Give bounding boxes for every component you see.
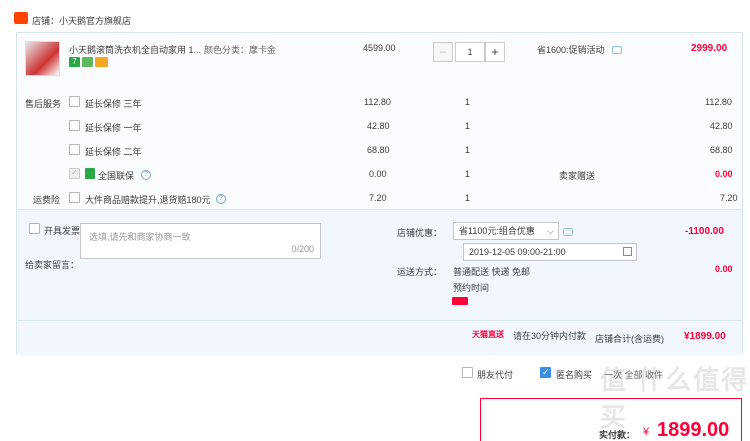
service-price-national: 0.00: [369, 169, 387, 179]
chevron-down-icon: ⌵: [547, 226, 554, 236]
tmall-note: 请在30分钟内付款: [513, 331, 587, 341]
service-checkbox-2yr[interactable]: [69, 144, 80, 155]
services-label: 售后服务: [25, 99, 62, 109]
message-label: 给卖家留言：: [25, 260, 80, 270]
service-note-national: 卖家赠送: [559, 171, 596, 181]
help-icon[interactable]: ?: [141, 170, 151, 180]
appointment-time-input[interactable]: 2019-12-05 09:00-21:00: [463, 243, 637, 261]
shipping-amount: 0.00: [715, 264, 733, 274]
item-subtotal: 2999.00: [691, 43, 728, 54]
message-counter: 0/200: [291, 244, 314, 254]
shop-name[interactable]: 店铺：小天鹅官方旗舰店: [32, 14, 131, 27]
insurance-help-icon[interactable]: ?: [216, 194, 226, 204]
invoice-checkbox[interactable]: [29, 223, 40, 234]
service-qty-1yr: 1: [465, 121, 471, 131]
shop-total-amount: ¥1899.00: [684, 331, 726, 342]
tmall-logo-icon: [452, 297, 468, 305]
product-title[interactable]: 小天鹅滚筒洗衣机全自动家用 1...: [69, 43, 201, 56]
promo-text: 省1600:促销活动: [537, 45, 605, 55]
insurance-checkbox[interactable]: [69, 192, 80, 203]
insurance-total: 7.20: [720, 193, 738, 203]
appointment-label: 预约时间: [453, 283, 490, 293]
service-price-2yr: 68.80: [367, 145, 390, 155]
service-checkbox-national: [69, 168, 80, 179]
service-price-1yr: 42.80: [367, 121, 390, 131]
service-qty-2yr: 1: [465, 145, 471, 155]
service-name-3yr: 延长保修 三年: [85, 99, 142, 109]
credit-card-icon: [95, 57, 108, 67]
national-warranty-icon: [85, 168, 95, 179]
shop-discount-select[interactable]: 省1100元:组合优惠 ⌵: [453, 222, 559, 240]
decrease-button[interactable]: −: [433, 42, 453, 62]
insurance-label: 运费险: [33, 195, 61, 205]
shop-logo-icon: [14, 12, 28, 24]
calendar-icon[interactable]: [623, 247, 632, 256]
service-name-1yr: 延长保修 一年: [85, 123, 142, 133]
seven-day-return-icon: 7: [69, 57, 80, 67]
appointment-value: 2019-12-05 09:00-21:00: [469, 247, 566, 257]
anonymous-label: 匿名购买: [556, 370, 593, 380]
discount-info-icon[interactable]: [563, 228, 573, 236]
shop-discount-selected: 省1100元:组合优惠: [459, 226, 535, 236]
service-checkbox-3yr[interactable]: [69, 96, 80, 107]
watermark: 值 什么值得买: [600, 365, 750, 432]
service-name-national: 全国联保: [98, 171, 135, 181]
service-total-3yr: 112.80: [705, 97, 732, 107]
divider: [17, 320, 742, 321]
insurance-name: 大件商品赔款提升,退货赔180元: [85, 195, 211, 205]
insurance-price: 7.20: [369, 193, 387, 203]
message-textarea[interactable]: 选填,请先和商家协商一致 0/200: [80, 223, 321, 259]
insurance-qty: 1: [465, 193, 471, 203]
service-checkbox-1yr[interactable]: [69, 120, 80, 131]
product-thumbnail[interactable]: [25, 41, 60, 76]
friend-pay-checkbox[interactable]: [462, 367, 473, 378]
increase-button[interactable]: +: [485, 42, 505, 62]
promo-info-icon[interactable]: [612, 46, 622, 54]
shop-total-label: 店铺合计(含运费): [595, 334, 664, 344]
order-items-section: 小天鹅滚筒洗衣机全自动家用 1... 颜色分类：摩卡金 7 4599.00 − …: [17, 33, 742, 209]
product-variant: 颜色分类：摩卡金: [204, 45, 277, 55]
friend-pay-label: 朋友代付: [477, 370, 514, 380]
service-qty-national: 1: [465, 169, 471, 179]
order-box: 小天鹅滚筒洗衣机全自动家用 1... 颜色分类：摩卡金 7 4599.00 − …: [16, 32, 743, 355]
tmall-direct-label: 天猫直送: [472, 330, 504, 339]
service-total-2yr: 68.80: [710, 145, 733, 155]
service-name-2yr: 延长保修 二年: [85, 147, 142, 157]
service-qty-3yr: 1: [465, 97, 471, 107]
invoice-label: 开具发票: [44, 226, 81, 236]
service-total-1yr: 42.80: [710, 121, 733, 131]
anonymous-checkbox[interactable]: [540, 367, 551, 378]
shipping-method: 普通配送 快递 免邮: [453, 267, 531, 277]
service-total-national: 0.00: [715, 169, 733, 179]
guarantee-icon: [82, 57, 93, 67]
shipping-label: 运送方式：: [397, 267, 443, 277]
service-price-3yr: 112.80: [364, 97, 391, 107]
unit-price: 4599.00: [363, 43, 396, 53]
message-placeholder: 选填,请先和商家协商一致: [89, 232, 191, 242]
shop-discount-amount: -1100.00: [685, 226, 724, 237]
shop-discount-label: 店铺优惠：: [397, 228, 443, 238]
quantity-input[interactable]: 1: [455, 42, 485, 62]
